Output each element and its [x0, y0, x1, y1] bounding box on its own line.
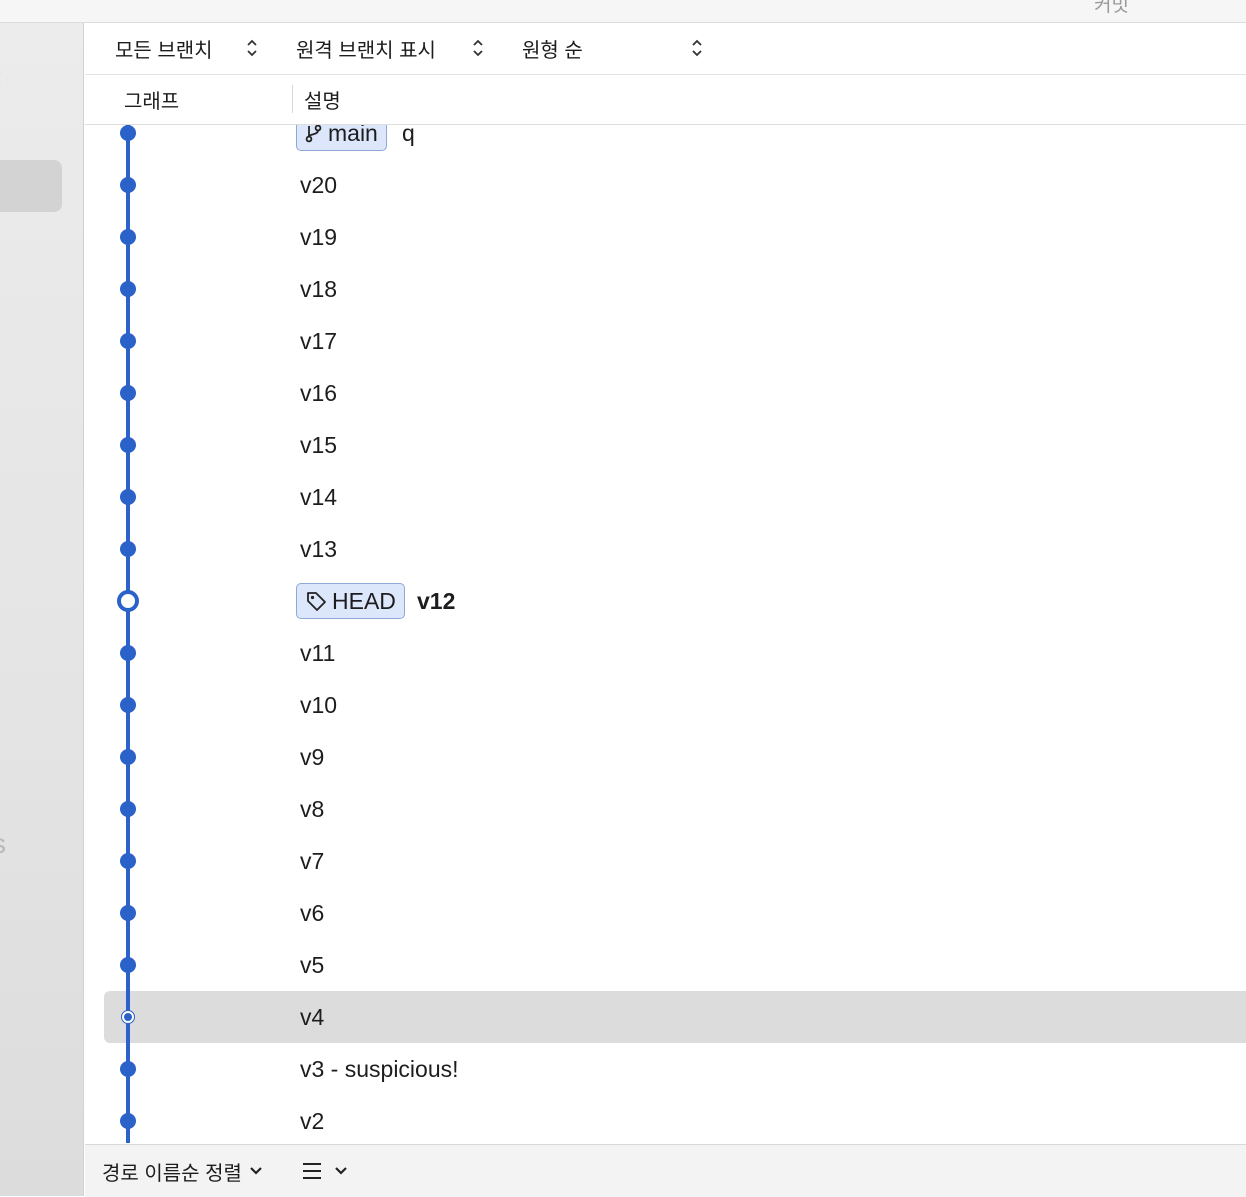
- commit-row[interactable]: v10: [85, 679, 1246, 731]
- commit-list: main q v20 v19 v18 v17 v16 v15 v14 v13 HEAD v12 v11 v…: [85, 125, 1246, 1143]
- sidebar-selected-item[interactable]: [0, 160, 62, 212]
- commit-description: v12: [417, 587, 456, 614]
- tag-icon: [307, 592, 326, 611]
- commit-node: [120, 177, 136, 193]
- commit-description: v4: [300, 1003, 325, 1030]
- commit-row[interactable]: v15: [85, 419, 1246, 471]
- list-icon: [303, 1163, 321, 1179]
- commit-node: [120, 333, 136, 349]
- commit-description: v17: [300, 327, 338, 354]
- sort-menu-button[interactable]: 경로 이름순 정렬: [102, 1145, 264, 1197]
- head-tag-badge[interactable]: HEAD: [296, 583, 405, 619]
- remote-branch-select[interactable]: 원격 브랜치 표시: [296, 23, 436, 74]
- sidebar-text-fragment: s: [0, 828, 6, 860]
- commit-row[interactable]: v8: [85, 783, 1246, 835]
- sidebar-text-fragment: :: [0, 64, 2, 90]
- commit-description: v8: [300, 795, 325, 822]
- chevron-down-icon: [250, 1167, 262, 1175]
- commit-node: [120, 385, 136, 401]
- commit-row[interactable]: v16: [85, 367, 1246, 419]
- chevron-down-icon: [335, 1167, 347, 1175]
- window-top-strip: 커밋: [0, 0, 1246, 23]
- graph-line: [126, 125, 130, 1143]
- commit-row[interactable]: HEAD v12: [85, 575, 1246, 627]
- commit-description: v3 - suspicious!: [300, 1055, 459, 1082]
- commit-row[interactable]: v3 - suspicious!: [85, 1043, 1246, 1095]
- commit-row[interactable]: v7: [85, 835, 1246, 887]
- commit-node: [120, 905, 136, 921]
- branch-icon: [305, 125, 322, 143]
- badge-label: HEAD: [332, 587, 396, 614]
- column-header-graph[interactable]: 그래프: [124, 75, 179, 124]
- commit-history-pane: 모든 브랜치 원격 브랜치 표시 원형 순 그래프 설명 main q v20 v19…: [85, 23, 1246, 1197]
- commit-node: [120, 697, 136, 713]
- branch-filter-select[interactable]: 모든 브랜치: [115, 23, 213, 74]
- window-title: 커밋: [1094, 0, 1129, 16]
- remote-branch-label: 원격 브랜치 표시: [296, 40, 436, 62]
- commit-description: v10: [300, 691, 338, 718]
- commit-node: [120, 853, 136, 869]
- head-commit-node: [117, 590, 139, 612]
- commit-description: v6: [300, 899, 325, 926]
- commit-node: [120, 437, 136, 453]
- commit-row[interactable]: v6: [85, 887, 1246, 939]
- row-selection-highlight: [104, 991, 1246, 1043]
- commit-description: v2: [300, 1107, 325, 1134]
- badge-label: main: [328, 125, 378, 146]
- order-select[interactable]: 원형 순: [522, 23, 583, 74]
- sidebar: : s: [0, 0, 84, 1196]
- commit-row[interactable]: v19: [85, 211, 1246, 263]
- commit-description: v18: [300, 275, 338, 302]
- commit-description: v14: [300, 483, 338, 510]
- commit-row[interactable]: v9: [85, 731, 1246, 783]
- sort-label: 경로 이름순 정렬: [102, 1162, 242, 1185]
- commit-node: [120, 541, 136, 557]
- commit-description: v7: [300, 847, 325, 874]
- commit-row[interactable]: v14: [85, 471, 1246, 523]
- updown-chevron-icon[interactable]: [246, 37, 258, 59]
- commit-description: v16: [300, 379, 338, 406]
- commit-node: [120, 749, 136, 765]
- commit-row[interactable]: v4: [85, 991, 1246, 1043]
- bottom-bar: 경로 이름순 정렬: [85, 1144, 1246, 1197]
- column-header: 그래프 설명: [85, 75, 1246, 125]
- branch-filter-label: 모든 브랜치: [115, 40, 213, 62]
- commit-node: [120, 1113, 136, 1129]
- commit-description: v13: [300, 535, 338, 562]
- commit-description: v5: [300, 951, 325, 978]
- commit-row[interactable]: v20: [85, 159, 1246, 211]
- commit-node: [120, 645, 136, 661]
- commit-description: v20: [300, 171, 338, 198]
- commit-description: v15: [300, 431, 338, 458]
- commit-node: [120, 229, 136, 245]
- column-divider[interactable]: [292, 85, 293, 113]
- history-toolbar: 모든 브랜치 원격 브랜치 표시 원형 순: [85, 23, 1246, 75]
- commit-description: v19: [300, 223, 338, 250]
- commit-row[interactable]: main q: [85, 125, 1246, 159]
- commit-description: v11: [300, 639, 336, 666]
- commit-row[interactable]: v11: [85, 627, 1246, 679]
- view-options-button[interactable]: [301, 1145, 349, 1197]
- branch-badge[interactable]: main: [296, 125, 387, 151]
- commit-node: [120, 801, 136, 817]
- commit-description: v9: [300, 743, 325, 770]
- column-header-description[interactable]: 설명: [304, 75, 341, 124]
- updown-chevron-icon[interactable]: [472, 37, 484, 59]
- commit-node: [120, 489, 136, 505]
- commit-row[interactable]: v17: [85, 315, 1246, 367]
- commit-node: [120, 957, 136, 973]
- commit-row[interactable]: v5: [85, 939, 1246, 991]
- commit-node: [120, 1061, 136, 1077]
- updown-chevron-icon[interactable]: [691, 37, 703, 59]
- commit-row[interactable]: v18: [85, 263, 1246, 315]
- commit-description: q: [402, 125, 415, 146]
- commit-node: [120, 281, 136, 297]
- commit-node: [122, 1011, 134, 1023]
- commit-node: [120, 125, 136, 141]
- order-label: 원형 순: [522, 40, 583, 62]
- commit-row[interactable]: v13: [85, 523, 1246, 575]
- commit-row[interactable]: v2: [85, 1095, 1246, 1143]
